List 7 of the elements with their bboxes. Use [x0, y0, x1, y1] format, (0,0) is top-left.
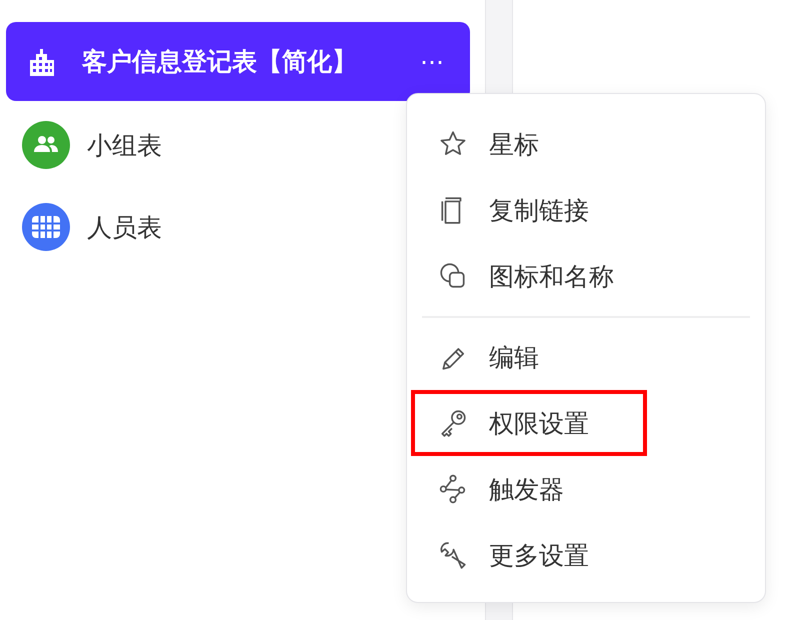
sidebar-item[interactable]: 客户信息登记表【简化】 ⋯ — [6, 22, 470, 101]
menu-item[interactable]: 权限设置 — [422, 390, 750, 456]
nodes-icon — [438, 474, 468, 504]
more-button[interactable]: ⋯ — [416, 48, 448, 76]
menu-item[interactable]: 触发器 — [422, 456, 750, 522]
menu-item[interactable]: 编辑 — [422, 324, 750, 390]
menu-item[interactable]: 更多设置 — [422, 522, 750, 588]
